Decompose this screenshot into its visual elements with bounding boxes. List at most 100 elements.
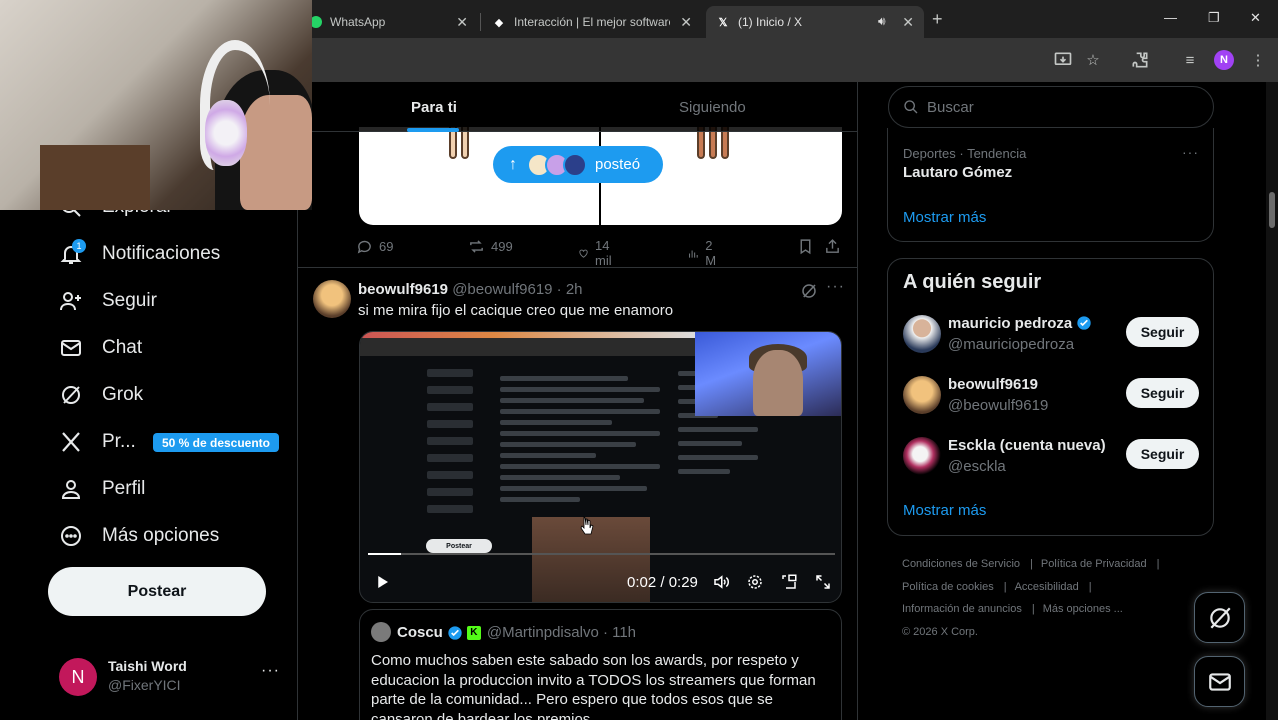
close-tab-icon[interactable]: ✕ [456, 14, 468, 31]
nav-chat[interactable]: Chat [58, 331, 142, 365]
extensions-icon[interactable] [1130, 50, 1150, 70]
post-button[interactable]: Postear [48, 567, 266, 616]
minimize-icon[interactable]: — [1164, 10, 1177, 25]
notification-badge: 1 [72, 239, 86, 253]
footer-accessibility-link[interactable]: Accesibilidad [1015, 581, 1079, 593]
play-icon [378, 576, 388, 588]
play-button[interactable] [373, 573, 391, 591]
new-tab-icon[interactable]: + [932, 9, 943, 30]
nav-label: Perfil [102, 478, 146, 499]
verified-badge-icon [448, 625, 462, 640]
footer-terms-link[interactable]: Condiciones de Servicio [902, 558, 1020, 570]
browser-tab-whatsapp[interactable]: WhatsApp ✕ [300, 6, 478, 38]
nav-notifications[interactable]: 1 Notificaciones [58, 237, 220, 271]
follow-suggestion[interactable]: mauricio pedroza @mauriciopedroza Seguir [888, 315, 1215, 375]
nav-profile[interactable]: Perfil [58, 472, 145, 506]
page-scrollbar[interactable] [1266, 82, 1278, 720]
more-icon[interactable]: ··· [1182, 144, 1199, 160]
bookmark-action[interactable] [797, 238, 820, 255]
video-progress-bar[interactable] [368, 553, 835, 555]
search-bar[interactable] [888, 86, 1214, 128]
trend-name[interactable]: Lautaro Gómez [903, 164, 1012, 181]
grok-fab-button[interactable] [1194, 592, 1245, 643]
verified-badge-icon [1077, 316, 1092, 330]
reply-count: 69 [379, 239, 394, 254]
footer-more-link[interactable]: Más opciones ... [1043, 603, 1123, 615]
nav-follow[interactable]: Seguir [58, 284, 157, 318]
kick-icon: K [466, 625, 481, 640]
tab-following[interactable]: Siguiendo [679, 99, 746, 116]
tab-for-you[interactable]: Para ti [411, 99, 457, 116]
avatar [371, 622, 391, 642]
messages-fab-button[interactable] [1194, 656, 1245, 707]
tab-separator [480, 13, 481, 31]
grok-icon[interactable] [800, 282, 818, 300]
active-tab-indicator [407, 128, 459, 132]
reply-action[interactable]: 69 [356, 238, 393, 255]
follow-suggestion[interactable]: Esckla (cuenta nueva) @esckla Seguir [888, 437, 1215, 497]
search-input[interactable] [927, 98, 1187, 116]
fullscreen-icon [816, 575, 830, 589]
envelope-icon [1208, 672, 1231, 691]
footer-ads-link[interactable]: Información de anuncios [902, 603, 1022, 615]
browser-tab-interaccion[interactable]: ◆ Interacción | El mejor software p ✕ [482, 6, 702, 38]
follow-show-more-link[interactable]: Mostrar más [903, 502, 986, 519]
premium-discount-badge[interactable]: 50 % de descuento [153, 433, 279, 452]
more-icon[interactable]: ··· [261, 662, 280, 680]
views-count: 2 M [705, 238, 717, 268]
browser-menu-icon[interactable]: ⋮ [1248, 50, 1268, 70]
close-window-icon[interactable]: ✕ [1250, 10, 1261, 26]
follow-suggestion[interactable]: beowulf9619 @beowulf9619 Seguir [888, 376, 1215, 436]
footer-privacy-link[interactable]: Política de Privacidad [1041, 558, 1147, 570]
follow-button[interactable]: Seguir [1126, 317, 1199, 347]
avatar[interactable] [313, 280, 351, 318]
close-tab-icon[interactable]: ✕ [680, 14, 692, 31]
suggestion-name: Esckla (cuenta nueva) [948, 437, 1106, 454]
fullscreen-button[interactable] [814, 573, 832, 591]
like-count: 14 mil [595, 238, 612, 268]
nav-premium[interactable]: Pr... [58, 425, 136, 459]
mouse-cursor-icon [580, 516, 594, 535]
share-action[interactable] [824, 238, 847, 255]
settings-button[interactable] [746, 573, 764, 591]
speaker-icon[interactable]: 🔊︎ [878, 14, 886, 29]
browser-tab-x-inicio[interactable]: 𝕏 (1) Inicio / X 🔊︎ ✕ [706, 6, 924, 38]
more-icon[interactable]: ··· [826, 278, 845, 296]
video-time: 0:02 / 0:29 [627, 574, 698, 591]
footer-cookies-link[interactable]: Política de cookies [902, 581, 994, 593]
footer-copyright: © 2026 X Corp. [902, 625, 978, 638]
follow-button[interactable]: Seguir [1126, 378, 1199, 408]
post-author-name[interactable]: beowulf9619 [358, 281, 448, 298]
follow-button[interactable]: Seguir [1126, 439, 1199, 469]
maximize-icon[interactable]: ❐ [1208, 10, 1220, 26]
avatar [903, 437, 941, 475]
repost-action[interactable]: 499 [468, 238, 513, 255]
install-app-icon[interactable] [1053, 50, 1073, 70]
bookmark-icon [800, 239, 811, 255]
nav-more-options[interactable]: Más opciones [58, 519, 219, 553]
video-player[interactable]: Postear 0:02 / 0:29 [359, 331, 842, 603]
quoted-post-meta: @Martinpdisalvo · 11h [486, 624, 637, 641]
close-tab-icon[interactable]: ✕ [902, 14, 914, 31]
search-icon [904, 100, 918, 114]
trends-show-more-link[interactable]: Mostrar más [903, 209, 986, 226]
bell-icon: 1 [58, 239, 86, 267]
account-switcher[interactable]: N Taishi Word @FixerYICI ··· [59, 656, 284, 696]
like-action[interactable]: 14 mil [578, 238, 618, 268]
nav-grok[interactable]: Grok [58, 378, 143, 412]
dock-button[interactable] [780, 573, 798, 591]
video-browser-frame [360, 332, 695, 356]
quoted-post[interactable]: Coscu K @Martinpdisalvo · 11h Como mucho… [359, 609, 842, 720]
post-divider [298, 267, 857, 268]
views-action[interactable]: 2 M [687, 238, 721, 268]
new-posts-pill[interactable]: ↑ posteó [493, 146, 663, 183]
bookmark-star-icon[interactable]: ☆ [1083, 50, 1103, 70]
repost-icon [470, 240, 483, 253]
volume-button[interactable] [712, 573, 730, 591]
new-posts-label: posteó [595, 156, 641, 173]
browser-profile-avatar[interactable]: N [1214, 50, 1234, 70]
media-queue-icon[interactable]: ≡ [1180, 50, 1200, 70]
heart-icon [579, 249, 588, 258]
footer-links: Condiciones de Servicio | Política de Priv… [902, 558, 1160, 638]
scrollbar-thumb[interactable] [1269, 192, 1275, 228]
